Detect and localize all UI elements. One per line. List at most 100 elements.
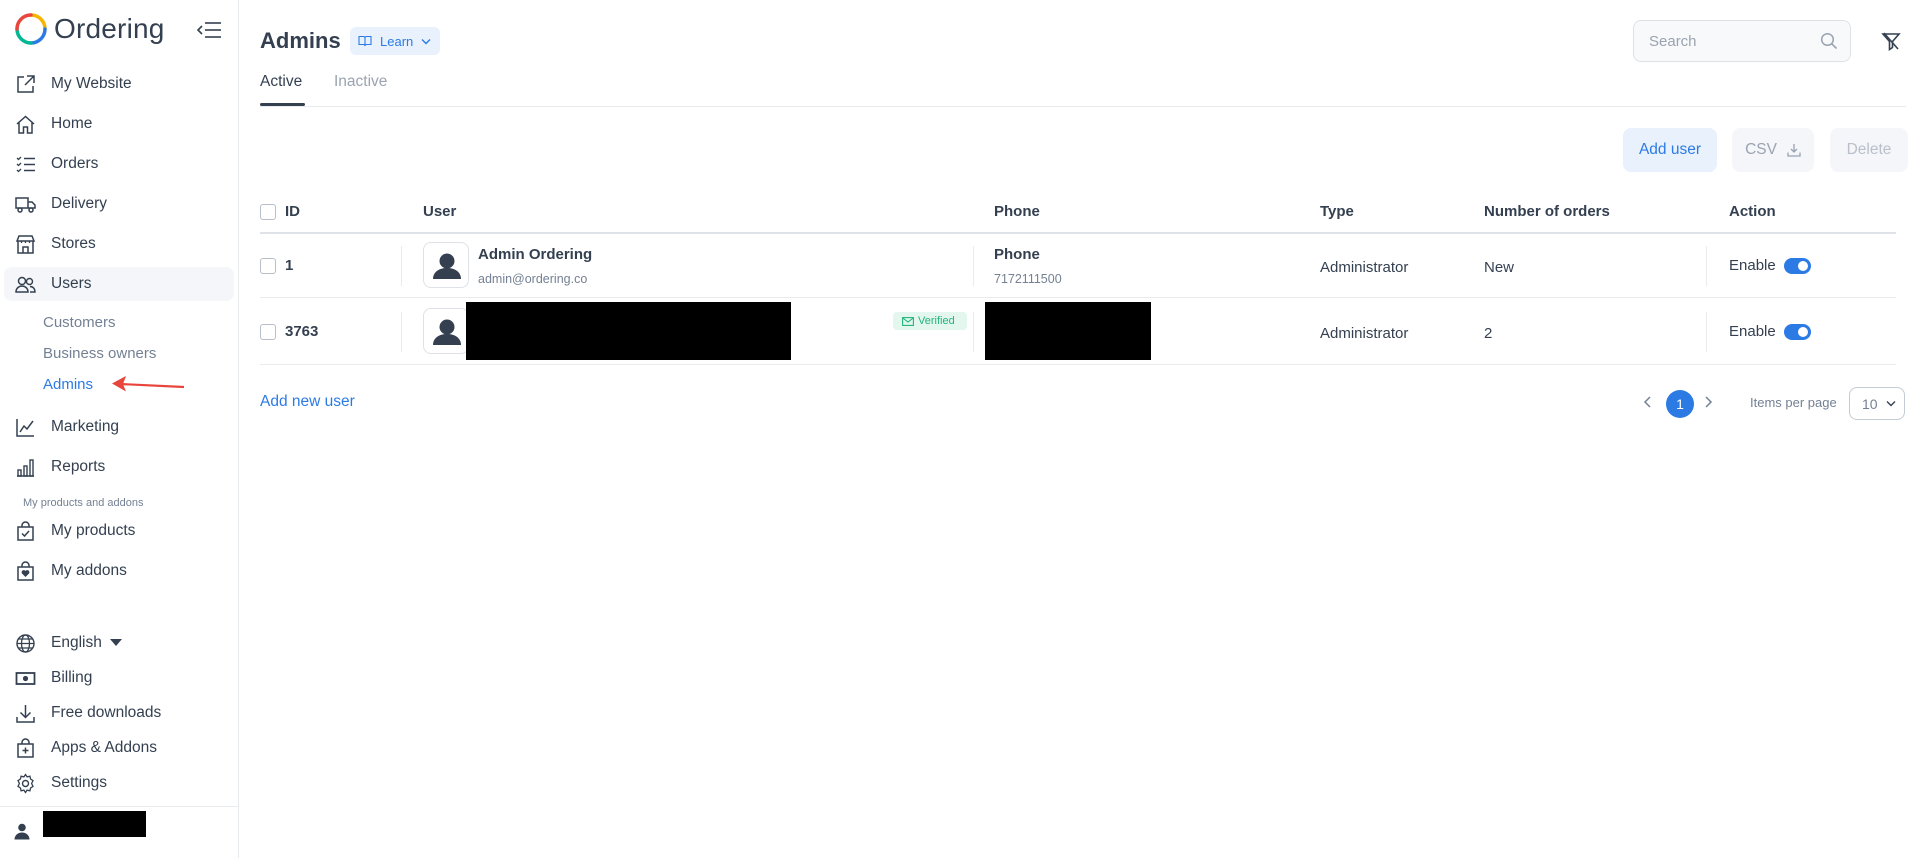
page-number-current[interactable]: 1 xyxy=(1666,390,1694,418)
divider xyxy=(0,806,239,807)
tab-active[interactable]: Active xyxy=(260,73,302,91)
sidebar-item-label: Free downloads xyxy=(51,704,162,721)
user-email: admin@ordering.co xyxy=(478,272,588,286)
avatar xyxy=(423,242,469,288)
column-separator xyxy=(401,312,402,352)
row-id: 3763 xyxy=(285,323,319,340)
globe-icon xyxy=(16,634,35,653)
select-all-checkbox[interactable] xyxy=(260,204,276,220)
users-icon xyxy=(15,276,36,293)
enable-label: Enable xyxy=(1729,257,1776,274)
sidebar-item-my-products[interactable]: My products xyxy=(4,514,234,548)
sidebar-item-label: Delivery xyxy=(51,195,107,212)
sidebar-item-billing[interactable]: Billing xyxy=(4,661,234,695)
column-separator xyxy=(1706,246,1707,286)
store-icon xyxy=(15,235,36,254)
search-icon[interactable] xyxy=(1820,32,1838,50)
sidebar-item-home[interactable]: Home xyxy=(4,107,234,141)
search-input[interactable] xyxy=(1634,21,1814,61)
sidebar-item-label: Marketing xyxy=(51,418,120,435)
enable-toggle[interactable] xyxy=(1784,258,1811,274)
book-icon xyxy=(358,35,372,47)
enable-toggle[interactable] xyxy=(1784,324,1811,340)
chevron-right-icon[interactable] xyxy=(1701,394,1715,410)
sidebar-item-stores[interactable]: Stores xyxy=(4,227,234,261)
sidebar-item-label: Home xyxy=(51,115,93,132)
redacted-phone xyxy=(985,302,1151,360)
sidebar-item-orders[interactable]: Orders xyxy=(4,147,234,181)
column-separator xyxy=(973,246,974,286)
sidebar-item-reports[interactable]: Reports xyxy=(4,450,234,484)
page-title: Admins xyxy=(260,28,341,53)
sidebar-item-label: My Website xyxy=(51,75,132,92)
orders-count: 2 xyxy=(1484,325,1493,342)
user-type: Administrator xyxy=(1320,325,1409,342)
list-icon xyxy=(16,156,35,173)
annotation-arrow-icon xyxy=(112,376,185,392)
column-header-phone[interactable]: Phone xyxy=(994,203,1040,220)
avatar xyxy=(423,308,469,354)
home-icon xyxy=(16,115,35,134)
add-new-user-link[interactable]: Add new user xyxy=(260,393,355,411)
sidebar-item-settings[interactable]: Settings xyxy=(4,766,234,800)
column-header-user[interactable]: User xyxy=(423,203,456,220)
bag-heart-icon xyxy=(17,561,34,581)
collapse-sidebar-icon[interactable] xyxy=(196,19,222,41)
sidebar-item-my-addons[interactable]: My addons xyxy=(4,554,234,588)
row-checkbox[interactable] xyxy=(260,258,276,274)
orders-count: New xyxy=(1484,259,1515,276)
add-user-button[interactable]: Add user xyxy=(1623,128,1717,172)
truck-icon xyxy=(15,197,36,213)
chevron-left-icon[interactable] xyxy=(1641,394,1655,410)
bag-check-icon xyxy=(17,521,34,541)
items-per-page-select[interactable]: 10 xyxy=(1849,387,1905,420)
gear-icon xyxy=(17,773,34,794)
sidebar-item-apps-addons[interactable]: Apps & Addons xyxy=(4,731,234,765)
sidebar-item-label: Reports xyxy=(51,458,106,475)
sidebar: Ordering My Website Home Orders Delivery… xyxy=(0,0,239,858)
column-header-orders[interactable]: Number of orders xyxy=(1484,203,1610,220)
language-value: English xyxy=(51,634,102,651)
chart-line-icon xyxy=(16,419,34,437)
search-box xyxy=(1633,20,1851,62)
user-icon xyxy=(14,823,30,840)
sidebar-item-label: My products xyxy=(51,522,136,539)
column-header-action[interactable]: Action xyxy=(1729,203,1776,220)
brand[interactable]: Ordering xyxy=(14,12,165,46)
row-divider xyxy=(260,297,1896,298)
verified-label: Verified xyxy=(918,315,955,327)
filter-icon[interactable] xyxy=(1880,30,1902,52)
learn-label: Learn xyxy=(380,33,414,49)
sidebar-item-delivery[interactable]: Delivery xyxy=(4,187,234,221)
language-selector[interactable]: English xyxy=(4,626,234,660)
user-type: Administrator xyxy=(1320,259,1409,276)
sidebar-subitem-admins[interactable]: Admins xyxy=(43,376,93,393)
sidebar-subitem-business-owners[interactable]: Business owners xyxy=(43,345,156,362)
sidebar-item-label: Stores xyxy=(51,235,96,252)
bar-chart-icon xyxy=(17,459,34,477)
external-link-icon xyxy=(17,75,35,93)
phone-number: 7172111500 xyxy=(994,272,1062,286)
learn-button[interactable]: Learn xyxy=(350,27,440,55)
sidebar-item-users[interactable]: Users xyxy=(4,267,234,301)
column-separator xyxy=(401,246,402,286)
csv-export-button[interactable]: CSV xyxy=(1732,128,1814,172)
phone-title: Phone xyxy=(994,246,1040,263)
delete-button[interactable]: Delete xyxy=(1830,128,1908,172)
sidebar-item-my-website[interactable]: My Website xyxy=(4,67,234,101)
sidebar-subitem-customers[interactable]: Customers xyxy=(43,314,116,331)
row-checkbox[interactable] xyxy=(260,324,276,340)
language-label: English xyxy=(51,634,122,652)
column-header-id[interactable]: ID xyxy=(285,203,300,220)
sidebar-item-marketing[interactable]: Marketing xyxy=(4,410,234,444)
user-avatar-icon xyxy=(433,253,461,279)
sidebar-item-free-downloads[interactable]: Free downloads xyxy=(4,696,234,730)
csv-label: CSV xyxy=(1745,141,1777,158)
items-per-page-label: Items per page xyxy=(1750,395,1837,410)
add-user-label: Add user xyxy=(1638,141,1702,158)
column-header-type[interactable]: Type xyxy=(1320,203,1354,220)
redacted-user-name[interactable] xyxy=(43,811,146,837)
sidebar-item-label: Settings xyxy=(51,774,108,791)
delete-label: Delete xyxy=(1846,141,1892,158)
tab-inactive[interactable]: Inactive xyxy=(334,73,387,91)
